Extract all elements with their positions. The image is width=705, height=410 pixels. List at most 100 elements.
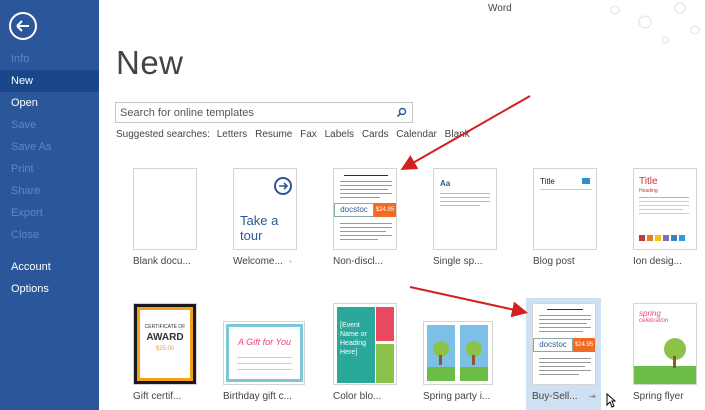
app-title: Word [488, 3, 512, 14]
grass [634, 366, 696, 384]
template-thumbnail: Title [533, 168, 597, 250]
template-label: Single sp... [433, 256, 483, 267]
suggested-link-blank[interactable]: Blank [445, 129, 470, 140]
teal-block: [Event Name or Heading Here] [337, 307, 375, 383]
template-label: Ion desig... [633, 256, 682, 267]
image-icon [582, 178, 590, 184]
template-spring-flyer[interactable]: spring celebration Spring flyer [633, 303, 705, 402]
grass [460, 367, 488, 381]
nav-account[interactable]: Account [0, 256, 99, 278]
template-thumbnail: Aa [433, 168, 497, 250]
suggested-link-calendar[interactable]: Calendar [396, 129, 437, 140]
template-thumbnail: [Event Name or Heading Here] [333, 303, 397, 385]
ion-title-text: Title [639, 176, 658, 187]
flyer-subtitle: celebration [639, 318, 669, 324]
template-gift-certificate[interactable]: CERTIFICATE OF AWARD $25.00 Gift certif.… [133, 303, 213, 402]
suggested-searches: Suggested searches: Letters Resume Fax L… [116, 129, 475, 140]
template-label: Color blo... [333, 391, 382, 402]
nav-save-as[interactable]: Save As [0, 136, 99, 158]
template-label: Buy-Sell... [532, 391, 578, 402]
backstage-sidebar: Info New Open Save Save As Print Share E… [0, 0, 99, 410]
template-color-block[interactable]: [Event Name or Heading Here] Color blo..… [333, 303, 413, 402]
grass [427, 367, 455, 381]
template-label: Welcome... [233, 256, 283, 267]
template-welcome[interactable]: Take a tour Welcome... ◦ [233, 168, 313, 267]
gift-frame: A Gift for You [226, 324, 303, 382]
template-label: Non-discl... [333, 256, 384, 267]
nav-export[interactable]: Export [0, 202, 99, 224]
price-tag: $24.95 [573, 338, 595, 352]
nav-share[interactable]: Share [0, 180, 99, 202]
search-input[interactable] [120, 105, 390, 120]
search-icon[interactable] [396, 107, 407, 118]
template-thumbnail: Title Heading [633, 168, 697, 250]
nav-close[interactable]: Close [0, 224, 99, 246]
ion-heading-text: Heading [639, 188, 658, 194]
template-thumbnail: docstoc $24.95 [333, 168, 397, 250]
template-thumbnail: Take a tour [233, 168, 297, 250]
header-decoration [610, 2, 700, 44]
blog-title-text: Title [540, 177, 555, 186]
template-label: Blog post [533, 256, 575, 267]
welcome-tour-text: Take a tour [240, 213, 279, 243]
template-thumbnail: docstoc $24.95 [532, 303, 596, 385]
pink-block [376, 307, 394, 341]
suggested-label: Suggested searches: [116, 129, 210, 140]
template-label: Spring party i... [423, 391, 491, 402]
template-blog-post[interactable]: Title Blog post [533, 168, 613, 267]
green-block [376, 344, 394, 383]
template-blank-document[interactable]: Blank docu... [133, 168, 213, 267]
nav-print[interactable]: Print [0, 158, 99, 180]
template-buy-sell-agreement[interactable]: docstoc $24.95 Buy-Sell... ⇥ [526, 298, 601, 410]
award-frame: CERTIFICATE OF AWARD $25.00 [137, 307, 193, 381]
suggested-link-labels[interactable]: Labels [325, 129, 354, 140]
suggested-link-letters[interactable]: Letters [217, 129, 248, 140]
template-thumbnail: A Gift for You [223, 321, 305, 385]
back-button[interactable] [9, 12, 37, 40]
arrow-circle-icon [274, 177, 292, 195]
template-label: Birthday gift c... [223, 391, 292, 402]
template-single-spaced[interactable]: Aa Single sp... [433, 168, 513, 267]
template-non-disclosure[interactable]: docstoc $24.95 Non-discl... [333, 168, 413, 267]
docstoc-logo: docstoc [533, 338, 573, 352]
suggested-link-cards[interactable]: Cards [362, 129, 389, 140]
template-label: Blank docu... [133, 256, 191, 267]
template-spring-party-invitation[interactable]: Spring party i... [423, 321, 509, 402]
award-amount: $25.00 [155, 346, 175, 352]
template-thumbnail: CERTIFICATE OF AWARD $25.00 [133, 303, 197, 385]
annotation-arrow-bottom [409, 286, 528, 318]
template-thumbnail: spring celebration [633, 303, 697, 385]
flyer-title: spring [639, 309, 661, 318]
template-search-box [115, 102, 413, 123]
price-tag: $24.95 [374, 203, 396, 217]
template-birthday-gift-certificate[interactable]: A Gift for You Birthday gift c... [223, 321, 309, 402]
backstage-nav: Info New Open Save Save As Print Share E… [0, 48, 99, 300]
color-block-heading: [Event Name or Heading Here] [340, 322, 367, 356]
award-title: AWARD [146, 332, 184, 343]
nav-info[interactable]: Info [0, 48, 99, 70]
template-ion-design[interactable]: Title Heading Ion desig... [633, 168, 705, 267]
invitation-card-right [460, 325, 488, 381]
mouse-cursor-icon [606, 393, 616, 408]
pin-icon[interactable]: ◦ [289, 257, 292, 266]
trunk [439, 355, 442, 365]
template-label: Spring flyer [633, 391, 684, 402]
award-heading: CERTIFICATE OF [144, 324, 186, 330]
page-title: New [116, 44, 184, 81]
nav-open[interactable]: Open [0, 92, 99, 114]
pin-icon[interactable]: ⇥ [589, 392, 596, 401]
back-arrow-icon [16, 20, 29, 32]
template-label: Gift certif... [133, 391, 182, 402]
invitation-card-left [427, 325, 455, 381]
docstoc-logo: docstoc [334, 203, 374, 217]
template-thumbnail [423, 321, 493, 385]
suggested-link-resume[interactable]: Resume [255, 129, 292, 140]
trunk [673, 356, 676, 368]
nav-new[interactable]: New [0, 70, 99, 92]
font-sample-text: Aa [440, 179, 451, 188]
nav-options[interactable]: Options [0, 278, 99, 300]
suggested-link-fax[interactable]: Fax [300, 129, 317, 140]
template-thumbnail [133, 168, 197, 250]
nav-save[interactable]: Save [0, 114, 99, 136]
